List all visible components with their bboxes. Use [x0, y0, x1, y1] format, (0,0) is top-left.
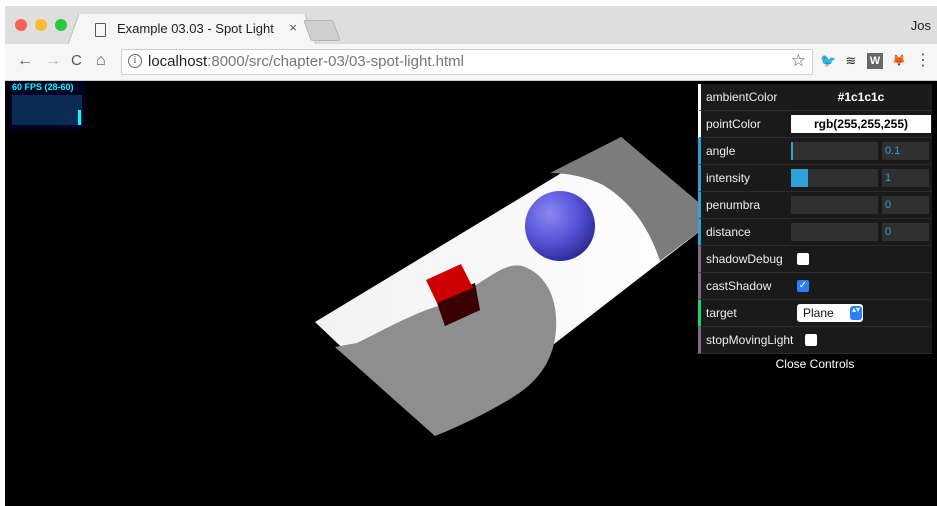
- browser-toolbar: ← → C ⌂ i localhost:8000/src/chapter-03/…: [5, 44, 937, 81]
- control-angle[interactable]: angle 0.1: [698, 138, 932, 165]
- browser-window: Example 03.03 - Spot Light × Jos ← → C ⌂…: [5, 6, 937, 506]
- control-intensity[interactable]: intensity 1: [698, 165, 932, 192]
- point-color-value[interactable]: rgb(255,255,255): [791, 115, 931, 133]
- controls-panel: ambientColor #1c1c1c pointColor rgb(255,…: [698, 84, 932, 376]
- control-label: pointColor: [706, 117, 761, 131]
- fps-label: 60 FPS (28-60): [12, 82, 74, 92]
- address-bar[interactable]: i localhost:8000/src/chapter-03/03-spot-…: [121, 49, 813, 75]
- reload-icon[interactable]: C: [71, 52, 82, 70]
- fps-stats-panel[interactable]: 60 FPS (28-60): [9, 81, 85, 129]
- metamask-icon[interactable]: 🦊: [891, 53, 907, 69]
- cast-shadow-checkbox[interactable]: ✓: [797, 280, 809, 292]
- back-icon[interactable]: ←: [17, 52, 33, 70]
- control-label: ambientColor: [706, 90, 778, 104]
- control-point-color[interactable]: pointColor rgb(255,255,255): [698, 111, 932, 138]
- control-stop-moving-light[interactable]: stopMovingLight: [698, 327, 932, 354]
- control-label: stopMovingLight: [706, 333, 794, 347]
- tab-close-icon[interactable]: ×: [289, 20, 297, 35]
- control-penumbra[interactable]: penumbra 0: [698, 192, 932, 219]
- control-label: target: [706, 306, 737, 320]
- target-select-value: Plane: [803, 306, 834, 320]
- control-cast-shadow[interactable]: castShadow ✓: [698, 273, 932, 300]
- control-label: penumbra: [706, 198, 761, 212]
- intensity-input[interactable]: 1: [882, 169, 929, 187]
- zoom-window-button[interactable]: [55, 19, 67, 31]
- profile-name[interactable]: Jos: [911, 18, 931, 33]
- fps-graph-bar: [78, 110, 81, 125]
- w-extension-icon[interactable]: W: [867, 53, 883, 69]
- close-window-button[interactable]: [15, 19, 27, 31]
- target-select[interactable]: Plane ▴▾: [797, 304, 863, 322]
- angle-slider[interactable]: [791, 142, 878, 160]
- control-target[interactable]: target Plane ▴▾: [698, 300, 932, 327]
- close-controls-button[interactable]: Close Controls: [698, 354, 932, 376]
- url-host: localhost: [148, 53, 208, 70]
- control-shadow-debug[interactable]: shadowDebug: [698, 246, 932, 273]
- bookmark-star-icon[interactable]: ☆: [791, 51, 806, 71]
- angle-slider-fill: [791, 142, 793, 160]
- control-label: shadowDebug: [706, 252, 783, 266]
- intensity-slider-fill: [791, 169, 809, 187]
- ambient-color-value[interactable]: #1c1c1c: [791, 88, 931, 106]
- control-label: distance: [706, 225, 751, 239]
- browser-tab[interactable]: Example 03.03 - Spot Light ×: [83, 14, 301, 44]
- penumbra-slider[interactable]: [791, 196, 878, 214]
- distance-slider[interactable]: [791, 223, 878, 241]
- control-distance[interactable]: distance 0: [698, 219, 932, 246]
- url-text[interactable]: localhost:8000/src/chapter-03/03-spot-li…: [148, 53, 464, 70]
- control-label: angle: [706, 144, 736, 158]
- tab-title: Example 03.03 - Spot Light: [117, 21, 274, 36]
- url-path: :8000/src/chapter-03/03-spot-light.html: [207, 53, 464, 70]
- sphere: [525, 191, 595, 261]
- distance-input[interactable]: 0: [882, 223, 929, 241]
- control-ambient-color[interactable]: ambientColor #1c1c1c: [698, 84, 932, 111]
- angle-input[interactable]: 0.1: [882, 142, 929, 160]
- twitter-icon[interactable]: 🐦: [820, 53, 836, 69]
- buffer-icon[interactable]: ≋: [843, 53, 859, 69]
- info-icon[interactable]: i: [128, 54, 142, 68]
- control-label: intensity: [706, 171, 751, 185]
- intensity-slider[interactable]: [791, 169, 878, 187]
- new-tab-button[interactable]: [303, 20, 341, 41]
- forward-icon[interactable]: →: [45, 52, 61, 70]
- tab-strip: Example 03.03 - Spot Light × Jos: [5, 6, 937, 44]
- fps-graph: [12, 95, 82, 125]
- select-arrows-icon: ▴▾: [850, 306, 862, 320]
- penumbra-input[interactable]: 0: [882, 196, 929, 214]
- minimize-window-button[interactable]: [35, 19, 47, 31]
- shadow-debug-checkbox[interactable]: [797, 253, 809, 265]
- menu-icon[interactable]: ⋮: [915, 53, 931, 69]
- stop-moving-light-checkbox[interactable]: [805, 334, 817, 346]
- document-icon: [95, 23, 106, 37]
- control-label: castShadow: [706, 279, 772, 293]
- home-icon[interactable]: ⌂: [96, 52, 106, 70]
